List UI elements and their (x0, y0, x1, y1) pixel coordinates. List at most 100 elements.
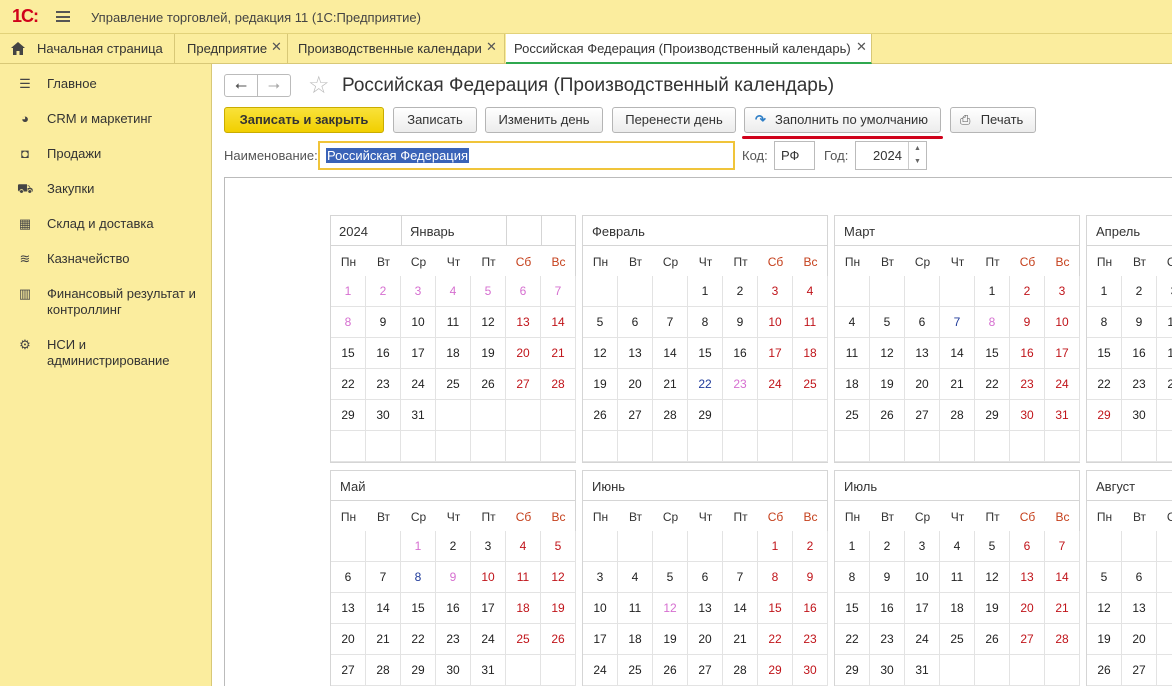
calendar-day[interactable]: 15 (975, 338, 1010, 369)
calendar-day[interactable]: 13 (1010, 562, 1045, 593)
calendar-day[interactable]: 31 (471, 655, 506, 686)
calendar-day[interactable]: 15 (401, 593, 436, 624)
calendar-day[interactable]: 6 (331, 562, 366, 593)
calendar-day[interactable]: 20 (688, 624, 723, 655)
calendar-day[interactable]: 28 (1045, 624, 1080, 655)
calendar-day[interactable]: 22 (331, 369, 366, 400)
calendar-day[interactable]: 6 (618, 307, 653, 338)
sidebar-item-warehouse[interactable]: ▦ Склад и доставка (0, 216, 212, 232)
name-field[interactable]: Российская Федерация (318, 141, 735, 170)
calendar-day[interactable]: 23 (366, 369, 401, 400)
print-button[interactable]: ⎙ Печать (950, 107, 1036, 133)
calendar-day[interactable]: 14 (653, 338, 688, 369)
calendar-day[interactable]: 12 (653, 593, 688, 624)
calendar-day[interactable]: 23 (1122, 369, 1157, 400)
calendar-day[interactable]: 28 (653, 400, 688, 431)
calendar-day[interactable]: 16 (366, 338, 401, 369)
calendar-day[interactable]: 16 (793, 593, 828, 624)
calendar-day[interactable]: 13 (618, 338, 653, 369)
calendar-day[interactable]: 11 (436, 307, 471, 338)
calendar-day[interactable]: 5 (870, 307, 905, 338)
calendar-day[interactable]: 19 (1087, 624, 1122, 655)
calendar-day[interactable]: 19 (471, 338, 506, 369)
calendar-day[interactable]: 10 (471, 562, 506, 593)
calendar-day[interactable]: 21 (366, 624, 401, 655)
calendar-day[interactable]: 15 (331, 338, 366, 369)
calendar-day[interactable]: 17 (758, 338, 793, 369)
calendar-day[interactable]: 13 (1122, 593, 1157, 624)
calendar-day[interactable]: 15 (688, 338, 723, 369)
calendar-day[interactable]: 13 (688, 593, 723, 624)
calendar-day[interactable]: 24 (1157, 369, 1172, 400)
calendar-day[interactable]: 27 (1010, 624, 1045, 655)
calendar-day[interactable]: 23 (870, 624, 905, 655)
calendar-day[interactable]: 14 (940, 338, 975, 369)
calendar-day[interactable]: 4 (835, 307, 870, 338)
calendar-day[interactable]: 29 (1087, 400, 1122, 431)
calendar-day[interactable]: 16 (1010, 338, 1045, 369)
calendar-day[interactable]: 25 (618, 655, 653, 686)
close-icon[interactable]: ✕ (486, 39, 497, 55)
calendar-day[interactable]: 8 (975, 307, 1010, 338)
calendar-day[interactable]: 24 (471, 624, 506, 655)
calendar-day[interactable]: 2 (793, 531, 828, 562)
calendar-day[interactable]: 3 (758, 276, 793, 307)
save-and-close-button[interactable]: Записать и закрыть (224, 107, 384, 133)
tab-rf-calendar[interactable]: Российская Федерация (Производственный к… (506, 34, 872, 64)
calendar-day[interactable]: 10 (583, 593, 618, 624)
calendar-day[interactable]: 12 (1087, 593, 1122, 624)
calendar-day[interactable]: 27 (905, 400, 940, 431)
calendar-day[interactable]: 28 (541, 369, 576, 400)
calendar-day[interactable]: 2 (436, 531, 471, 562)
move-day-button[interactable]: Перенести день (612, 107, 736, 133)
calendar-day[interactable]: 13 (506, 307, 541, 338)
calendar-day[interactable]: 8 (401, 562, 436, 593)
calendar-day[interactable]: 1 (835, 531, 870, 562)
calendar-day[interactable]: 20 (1122, 624, 1157, 655)
calendar-day[interactable]: 29 (331, 400, 366, 431)
calendar-day[interactable]: 24 (1045, 369, 1080, 400)
calendar-day[interactable]: 1 (688, 276, 723, 307)
calendar-day[interactable]: 9 (1010, 307, 1045, 338)
favorite-star-icon[interactable]: ☆ (308, 71, 330, 100)
sidebar-item-treasury[interactable]: ≋ Казначейство (0, 251, 212, 267)
calendar-day[interactable]: 5 (653, 562, 688, 593)
calendar-day[interactable]: 3 (905, 531, 940, 562)
calendar-day[interactable]: 30 (870, 655, 905, 686)
calendar-day[interactable]: 9 (366, 307, 401, 338)
calendar-day[interactable]: 26 (583, 400, 618, 431)
calendar-day[interactable]: 20 (1010, 593, 1045, 624)
calendar-day[interactable]: 18 (940, 593, 975, 624)
year-stepper[interactable]: ▲ ▼ (908, 142, 926, 169)
calendar-day[interactable]: 11 (506, 562, 541, 593)
calendar-day[interactable]: 8 (688, 307, 723, 338)
calendar-day[interactable]: 1 (401, 531, 436, 562)
calendar-day[interactable]: 25 (793, 369, 828, 400)
calendar-day[interactable]: 25 (506, 624, 541, 655)
tab-home[interactable]: Начальная страница (0, 34, 175, 63)
calendar-day[interactable]: 1 (331, 276, 366, 307)
calendar-day[interactable]: 13 (905, 338, 940, 369)
calendar-day[interactable]: 12 (975, 562, 1010, 593)
calendar-day[interactable]: 26 (1087, 655, 1122, 686)
calendar-day[interactable]: 18 (835, 369, 870, 400)
calendar-day[interactable]: 29 (758, 655, 793, 686)
calendar-day[interactable]: 2 (1122, 276, 1157, 307)
calendar-day[interactable]: 15 (758, 593, 793, 624)
calendar-day[interactable]: 30 (793, 655, 828, 686)
calendar-day[interactable]: 15 (835, 593, 870, 624)
calendar-day[interactable]: 7 (541, 276, 576, 307)
back-button[interactable]: ⭠ (224, 74, 258, 97)
calendar-day[interactable]: 5 (975, 531, 1010, 562)
calendar-day[interactable]: 2 (1010, 276, 1045, 307)
forward-button[interactable]: ⭢ (257, 74, 291, 97)
calendar-day[interactable]: 30 (366, 400, 401, 431)
save-button[interactable]: Записать (393, 107, 477, 133)
calendar-day[interactable]: 10 (1157, 307, 1172, 338)
tab-production-calendars[interactable]: Производственные календари ✕ (289, 34, 505, 63)
calendar-day[interactable]: 22 (835, 624, 870, 655)
calendar-day[interactable]: 2 (366, 276, 401, 307)
calendar-day[interactable]: 13 (331, 593, 366, 624)
calendar-day[interactable]: 7 (723, 562, 758, 593)
calendar-day[interactable]: 10 (401, 307, 436, 338)
